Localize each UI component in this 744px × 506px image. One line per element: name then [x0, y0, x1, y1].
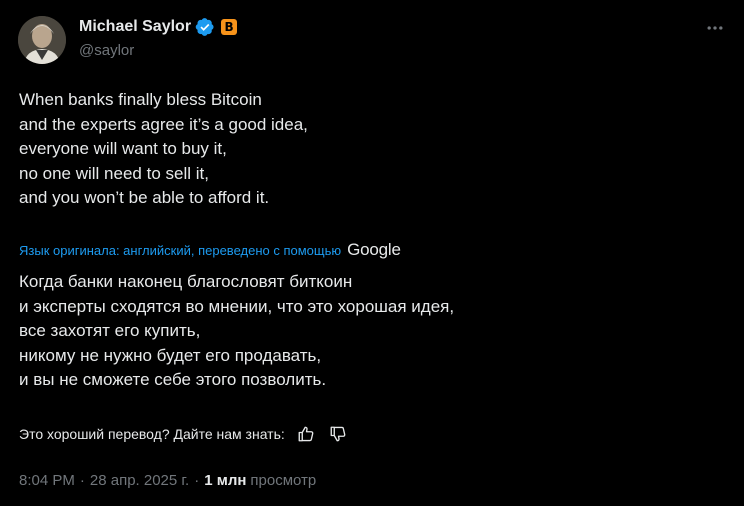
- tweet-date[interactable]: 28 апр. 2025 г.: [90, 472, 189, 489]
- bitcoin-badge-glyph: B: [224, 20, 234, 34]
- tweet-original-text: When banks finally bless Bitcoin and the…: [19, 88, 308, 211]
- thumbs-down-button[interactable]: [327, 423, 349, 445]
- tweet: Michael Saylor B @saylor When banks fina…: [0, 0, 744, 506]
- translated-line: никому не нужно будет его продавать,: [19, 345, 322, 365]
- translated-line: и эксперты сходятся во мнении, что это х…: [19, 296, 455, 316]
- avatar[interactable]: [18, 16, 66, 64]
- original-line: everyone will want to buy it,: [19, 139, 227, 159]
- translation-feedback: Это хороший перевод? Дайте нам знать:: [19, 423, 349, 445]
- thumbs-down-icon: [330, 426, 346, 442]
- author-handle[interactable]: @saylor: [79, 42, 134, 59]
- bitcoin-badge-icon[interactable]: B: [221, 19, 238, 35]
- original-line: When banks finally bless Bitcoin: [19, 90, 262, 109]
- thumbs-up-button[interactable]: [295, 423, 317, 445]
- meta-separator: ·: [79, 471, 85, 489]
- translation-feedback-prompt: Это хороший перевод? Дайте нам знать:: [19, 426, 285, 442]
- translation-attribution[interactable]: Язык оригинала: английский, переведено с…: [19, 240, 401, 260]
- original-line: and you won’t be able to afford it.: [19, 188, 270, 208]
- original-line: and the experts agree it’s a good idea,: [19, 114, 308, 134]
- tweet-translated-text: Когда банки наконец благословят биткоин …: [19, 270, 454, 393]
- translated-line: Когда банки наконец благословят биткоин: [19, 272, 353, 291]
- thumbs-up-icon: [298, 426, 314, 442]
- views-count[interactable]: 1 млн: [204, 472, 246, 489]
- translation-meta-text: Язык оригинала: английский, переведено с…: [19, 242, 342, 258]
- author-display-name[interactable]: Michael Saylor: [79, 18, 191, 36]
- translated-line: и вы не сможете себе этого позволить.: [19, 370, 327, 390]
- tweet-time[interactable]: 8:04 PM: [19, 472, 75, 489]
- meta-separator: ·: [194, 471, 200, 489]
- verified-badge-icon[interactable]: [195, 17, 215, 37]
- translated-line: все захотят его купить,: [19, 321, 201, 341]
- views-label: просмотр: [250, 471, 317, 489]
- more-options-button[interactable]: [704, 17, 726, 39]
- google-logo: Google: [347, 240, 401, 259]
- avatar-photo-icon: [18, 16, 66, 64]
- tweet-meta: 8:04 PM · 28 апр. 2025 г. · 1 млн просмо…: [19, 470, 316, 490]
- more-horizontal-icon: [707, 26, 723, 30]
- original-line: no one will need to sell it,: [19, 163, 209, 183]
- author-name-row: Michael Saylor B: [79, 17, 238, 37]
